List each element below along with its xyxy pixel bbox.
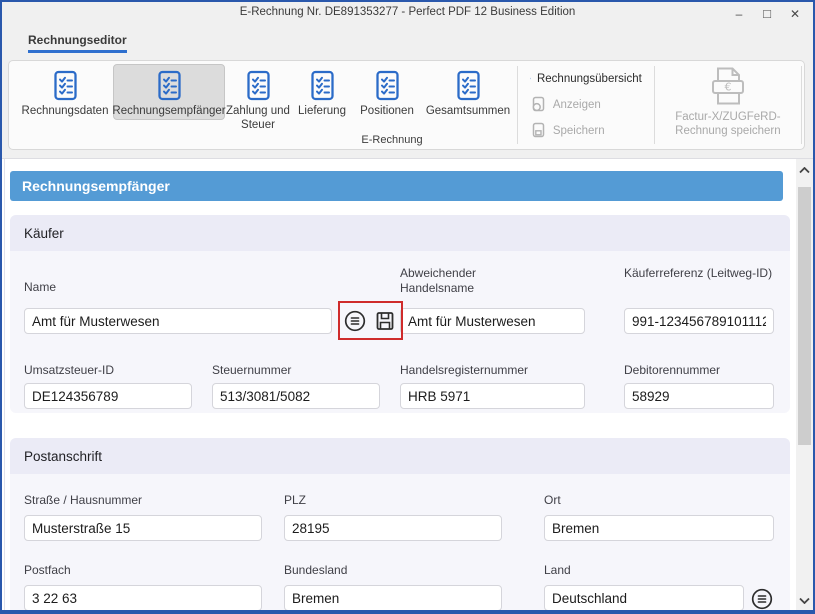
ort-label: Ort	[544, 493, 561, 508]
save-page-icon	[530, 122, 547, 139]
ribbon-button-label: Speichern	[553, 125, 605, 137]
ribbon-separator	[517, 66, 518, 144]
ribbon-button-label: Rechnungsübersicht	[537, 73, 642, 85]
invoice-checklist-icon	[153, 69, 186, 102]
ribbon: Rechnungsdaten Rechnungsempfänger Zahlun…	[2, 58, 813, 158]
land-options-button[interactable]	[750, 587, 774, 610]
ort-input[interactable]	[544, 515, 774, 541]
ribbon-button-label: Factur-X/ZUGFeRD-Rechnung speichern	[657, 110, 800, 139]
invoice-checklist-icon	[49, 69, 82, 102]
ribbon-button-label: Zahlung und Steuer	[226, 105, 290, 133]
ribbon-button-speichern[interactable]: Speichern	[530, 122, 642, 139]
handelsregister-input[interactable]	[400, 383, 585, 409]
handelsname-label: Abweichender Handelsname	[400, 266, 530, 296]
ribbon-side-buttons: € Rechnungsübersicht Anzeigen Speichern	[520, 61, 652, 149]
circled-menu-icon	[343, 309, 367, 333]
section-postanschrift-title: Postanschrift	[10, 438, 790, 474]
scroll-up-button[interactable]	[796, 161, 813, 179]
plz-input[interactable]	[284, 515, 502, 541]
handelsname-input[interactable]	[400, 308, 585, 334]
name-input[interactable]	[24, 308, 332, 334]
chevron-up-icon	[799, 167, 810, 174]
ribbon-button-label: Rechnungsempfänger	[112, 105, 225, 119]
invoice-editor-page: Rechnungsempfänger Käufer Name Abweichen…	[2, 158, 813, 610]
name-options-button[interactable]	[343, 309, 367, 333]
ribbon-panel: Rechnungsdaten Rechnungsempfänger Zahlun…	[8, 60, 805, 150]
tab-rechnungseditor[interactable]: Rechnungseditor	[28, 33, 127, 53]
close-button[interactable]: ✕	[781, 2, 809, 26]
debitor-label: Debitorennummer	[624, 363, 720, 378]
ribbon-button-rechnungsuebersicht[interactable]: € Rechnungsübersicht	[530, 70, 642, 87]
land-input[interactable]	[544, 585, 744, 610]
window-title: E-Rechnung Nr. DE891353277 - Perfect PDF…	[2, 6, 813, 18]
ribbon-button-label: Rechnungsdaten	[22, 105, 109, 119]
invoice-checklist-icon	[242, 69, 275, 102]
ribbon-group-label: E-Rechnung	[337, 134, 447, 146]
euro-document-icon: €	[705, 64, 751, 108]
strasse-input[interactable]	[24, 515, 262, 541]
steuernummer-label: Steuernummer	[212, 363, 291, 378]
ribbon-button-rechnungsempfaenger[interactable]: Rechnungsempfänger	[113, 64, 225, 120]
ribbon-button-label: Anzeigen	[553, 99, 601, 111]
ribbon-button-label: Lieferung	[298, 105, 346, 119]
svg-text:€: €	[724, 81, 731, 94]
section-kaeufer-title: Käufer	[10, 215, 790, 251]
ribbon-separator	[801, 66, 802, 144]
ribbon-separator	[654, 66, 655, 144]
ribbon-button-positionen[interactable]: Positionen	[353, 64, 421, 120]
circled-menu-icon	[750, 587, 774, 610]
leitweg-input[interactable]	[624, 308, 774, 334]
euro-badge-icon: €	[530, 70, 531, 87]
page-title: Rechnungsempfänger	[10, 171, 783, 201]
ribbon-button-anzeigen[interactable]: Anzeigen	[530, 96, 642, 113]
postfach-label: Postfach	[24, 563, 71, 578]
ribbon-button-zahlung-und-steuer[interactable]: Zahlung und Steuer	[225, 64, 291, 134]
invoice-checklist-icon	[371, 69, 404, 102]
scroll-down-button[interactable]	[796, 591, 813, 609]
minimize-button[interactable]: –	[725, 2, 753, 26]
ribbon-button-label: Positionen	[360, 105, 414, 119]
maximize-button[interactable]: □	[753, 2, 781, 26]
ribbon-button-lieferung[interactable]: Lieferung	[291, 64, 353, 120]
invoice-checklist-icon	[306, 69, 339, 102]
title-bar: E-Rechnung Nr. DE891353277 - Perfect PDF…	[2, 2, 813, 26]
bundesland-input[interactable]	[284, 585, 502, 610]
floppy-disk-icon	[373, 309, 397, 333]
vertical-scrollbar[interactable]	[796, 159, 813, 610]
invoice-checklist-icon	[452, 69, 485, 102]
name-label: Name	[24, 280, 56, 295]
preview-page-icon	[530, 96, 547, 113]
handelsregister-label: Handelsregisternummer	[400, 363, 528, 378]
window-controls: – □ ✕	[725, 2, 809, 26]
app-window: E-Rechnung Nr. DE891353277 - Perfect PDF…	[0, 0, 815, 614]
ribbon-button-facturx-speichern[interactable]: € Factur-X/ZUGFeRD-Rechnung speichern	[657, 61, 800, 149]
ustid-input[interactable]	[24, 383, 192, 409]
ribbon-tab-row: Rechnungseditor	[2, 26, 813, 58]
ribbon-button-gesamtsummen[interactable]: Gesamtsummen	[421, 64, 515, 120]
ustid-label: Umsatzsteuer-ID	[24, 363, 114, 378]
ribbon-button-rechnungsdaten[interactable]: Rechnungsdaten	[17, 64, 113, 120]
name-save-button[interactable]	[373, 309, 397, 333]
land-label: Land	[544, 563, 571, 578]
leitweg-label: Käuferreferenz (Leitweg-ID)	[624, 266, 776, 281]
debitor-input[interactable]	[624, 383, 774, 409]
plz-label: PLZ	[284, 493, 306, 508]
strasse-label: Straße / Hausnummer	[24, 493, 142, 508]
chevron-down-icon	[799, 597, 810, 604]
scrollbar-thumb[interactable]	[798, 187, 811, 445]
postfach-input[interactable]	[24, 585, 262, 610]
ribbon-button-label: Gesamtsummen	[426, 105, 510, 119]
steuernummer-input[interactable]	[212, 383, 380, 409]
bundesland-label: Bundesland	[284, 563, 347, 578]
